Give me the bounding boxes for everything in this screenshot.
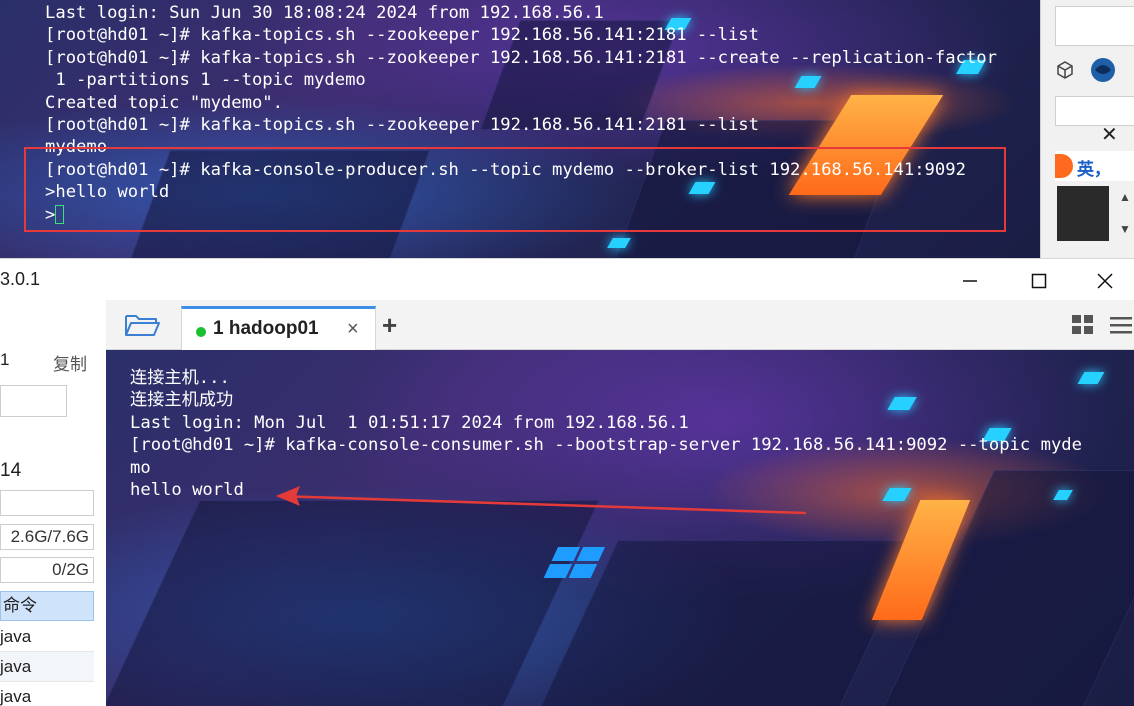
session-info-sidebar: 1 复制 14 2.6G/7.6G 0/2G 命令 java java java [0, 300, 106, 706]
close-window-button[interactable] [1080, 263, 1130, 297]
terminal-line: [root@hd01 ~]# kafka-topics.sh --zookeep… [45, 25, 759, 46]
sogou-logo-icon [1055, 154, 1073, 178]
cube-icon [1057, 61, 1073, 79]
minimize-icon [963, 279, 977, 282]
background-field [1055, 96, 1134, 126]
terminal-line: [root@hd01 ~]# kafka-topics.sh --zookeep… [45, 47, 997, 68]
background-app-right-strip: ✕ 英， ▲ ▼ [1040, 0, 1134, 258]
ime-toolbar[interactable]: 英， [1055, 151, 1134, 181]
background-field [1055, 6, 1134, 46]
scroll-up-icon[interactable]: ▲ [1119, 190, 1131, 204]
maximize-button[interactable] [1014, 263, 1064, 297]
session-tab-bar: 1 hadoop01 × + [106, 300, 1134, 350]
maximize-icon [1031, 273, 1047, 288]
terminal-line: Last login: Sun Jun 30 18:08:24 2024 fro… [45, 3, 604, 23]
menu-icon[interactable] [1109, 314, 1133, 336]
ip-field[interactable] [0, 385, 67, 417]
process-row[interactable]: java [0, 682, 94, 706]
bottom-terminal[interactable]: 连接主机... 连接主机成功 Last login: Mon Jul 1 01:51… [106, 350, 1134, 706]
terminal-line: 连接主机... [130, 368, 230, 388]
add-tab-icon[interactable]: + [382, 310, 397, 341]
session-id-label: 1 [0, 350, 10, 369]
terminal-line: [root@hd01 ~]# kafka-console-consumer.sh… [130, 435, 1082, 456]
terminal-line: [root@hd01 ~]# kafka-topics.sh --zookeep… [45, 115, 759, 136]
process-table-header[interactable]: 命令 [0, 591, 94, 621]
terminal-line: mo [130, 457, 151, 478]
browser-globe-icon [1091, 58, 1115, 82]
grid-layout-icon[interactable] [1071, 314, 1095, 336]
top-terminal[interactable]: Last login: Sun Jun 30 18:08:24 2024 fro… [0, 0, 1040, 258]
background-dark-panel [1057, 186, 1109, 241]
annotation-highlight-box [24, 147, 1006, 232]
copy-button[interactable]: 复制 [53, 350, 87, 375]
connection-status-dot [196, 327, 206, 337]
process-row[interactable]: java [0, 652, 94, 682]
minimize-button[interactable] [945, 263, 995, 297]
ime-language-label: 英， [1077, 160, 1111, 179]
stat-number: 14 [0, 460, 22, 481]
tab-label: 1 hadoop01 [213, 318, 319, 339]
terminal-line: 连接主机成功 [130, 390, 234, 411]
tab-hadoop01[interactable]: 1 hadoop01 × [181, 306, 376, 350]
terminal-line: Created topic "mydemo". [45, 92, 283, 113]
swap-usage-field: 0/2G [0, 557, 94, 583]
close-icon[interactable]: ✕ [1101, 122, 1118, 147]
process-row[interactable]: java [0, 622, 94, 652]
terminal-line: Last login: Mon Jul 1 01:51:17 2024 from… [130, 412, 689, 433]
terminal-line: 1 -partitions 1 --topic mydemo [45, 70, 366, 91]
tab-close-icon[interactable]: × [347, 318, 359, 341]
window-title-version: 3.0.1 [0, 269, 41, 289]
memory-usage-field: 2.6G/7.6G [0, 524, 94, 550]
close-icon [1097, 273, 1113, 289]
window-title-bar[interactable]: 3.0.1 [0, 258, 1134, 300]
scroll-down-icon[interactable]: ▼ [1119, 222, 1131, 236]
annotation-arrow-icon [276, 486, 806, 515]
stat-field [0, 490, 94, 516]
folder-icon[interactable] [122, 310, 162, 340]
windows-logo-decoration [543, 547, 606, 578]
